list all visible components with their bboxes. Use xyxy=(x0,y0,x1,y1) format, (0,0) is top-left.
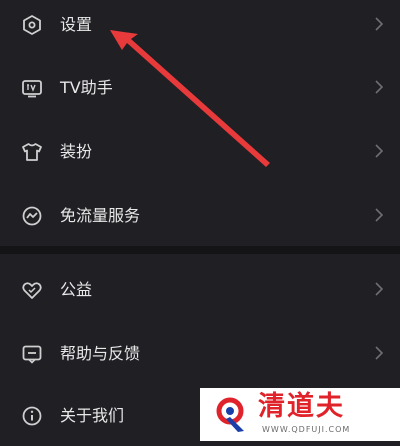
menu-item-label: 装扮 xyxy=(60,142,93,161)
menu-item-label: 关于我们 xyxy=(60,406,125,425)
data-free-icon xyxy=(20,204,44,228)
tv-icon xyxy=(20,76,44,100)
watermark: 清道夫 WWW.QDFUJI.COM xyxy=(200,388,400,441)
section-separator xyxy=(0,246,400,254)
chevron-right-icon xyxy=(374,344,384,362)
menu-item-data-free[interactable]: 免流量服务 xyxy=(0,186,400,246)
menu-item-label: 公益 xyxy=(60,280,93,299)
menu-item-label: TV助手 xyxy=(60,78,113,97)
feedback-icon xyxy=(20,342,44,366)
settings-hexagon-icon xyxy=(20,13,44,37)
watermark-url: WWW.QDFUJI.COM xyxy=(262,425,351,434)
chevron-right-icon xyxy=(374,280,384,298)
watermark-name: 清道夫 xyxy=(258,391,345,422)
chevron-right-icon xyxy=(374,142,384,160)
menu-item-dressup[interactable]: 装扮 xyxy=(0,122,400,182)
menu-item-help-feedback[interactable]: 帮助与反馈 xyxy=(0,324,400,384)
chevron-right-icon xyxy=(374,206,384,224)
chevron-right-icon xyxy=(374,15,384,33)
menu-item-label: 免流量服务 xyxy=(60,206,141,225)
info-icon xyxy=(20,404,44,428)
tshirt-icon xyxy=(20,140,44,164)
menu-item-label: 帮助与反馈 xyxy=(60,344,141,363)
menu-item-label: 设置 xyxy=(60,15,93,34)
menu-item-charity[interactable]: 公益 xyxy=(0,260,400,320)
heart-icon xyxy=(20,278,44,302)
menu-item-tv-assistant[interactable]: TV助手 xyxy=(0,58,400,118)
menu-group-top: 设置 TV助手 装扮 免流量服务 xyxy=(0,0,400,246)
chevron-right-icon xyxy=(374,78,384,96)
watermark-logo-icon xyxy=(216,397,244,432)
menu-item-settings[interactable]: 设置 xyxy=(0,0,400,60)
